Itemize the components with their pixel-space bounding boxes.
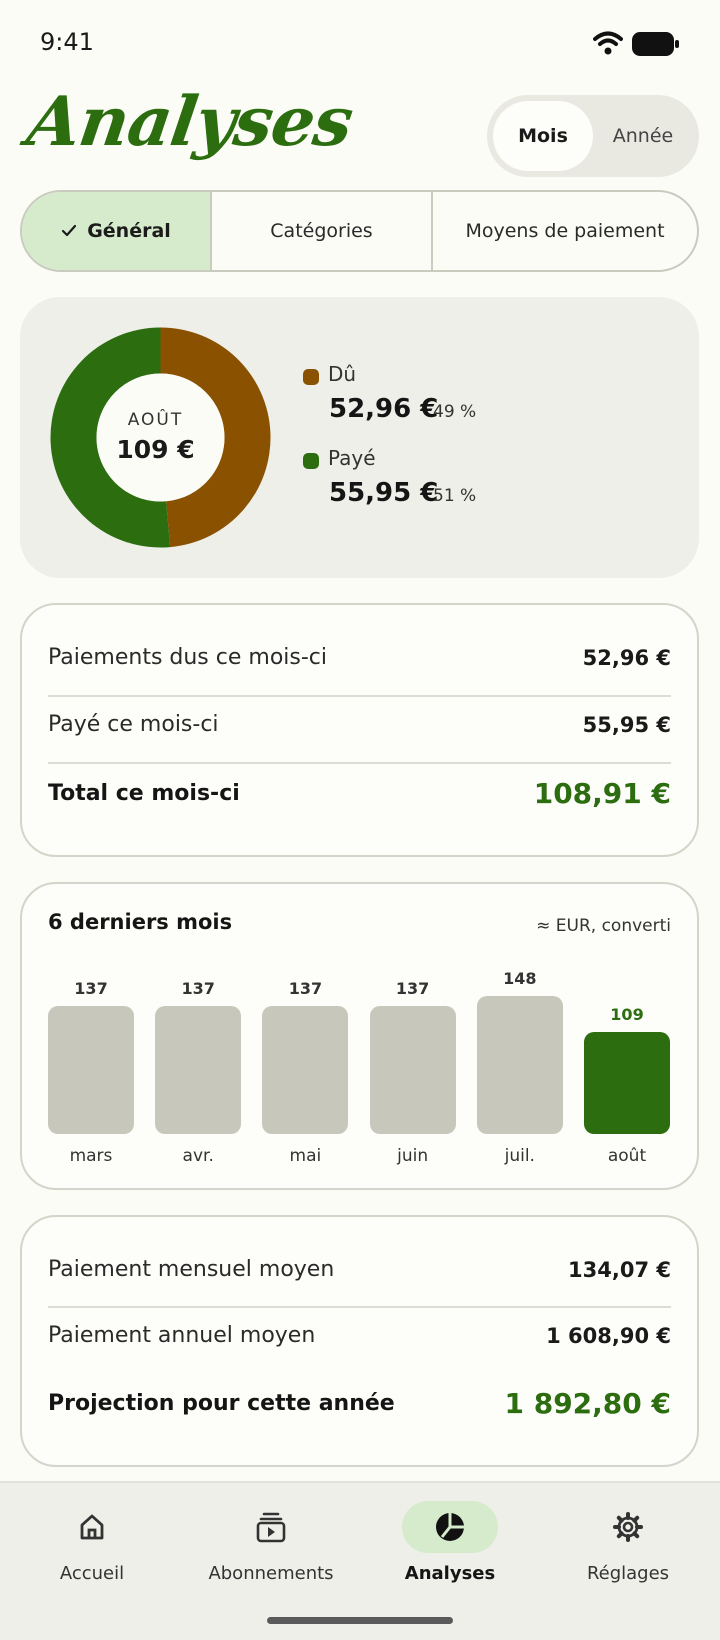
chart-note: ≈ EUR, converti xyxy=(536,916,671,936)
averages-card: Paiement mensuel moyen 134,07 € Paiement… xyxy=(20,1215,699,1467)
legend-due-pct: 49 % xyxy=(433,402,477,422)
annual-avg-row: Paiement annuel moyen 1 608,90 € xyxy=(48,1323,671,1348)
due-value: 52,96 € xyxy=(582,645,671,670)
projection-row: Projection pour cette année 1 892,80 € xyxy=(48,1387,671,1420)
bar-category-label: mai xyxy=(289,1146,322,1166)
divider xyxy=(48,695,671,697)
bar-mai xyxy=(262,1006,349,1134)
legend-paid-label: Payé xyxy=(328,446,376,470)
nav-reglages[interactable]: Réglages xyxy=(543,1501,713,1584)
divider xyxy=(48,1306,671,1308)
nav-analyses[interactable]: Analyses xyxy=(365,1501,535,1584)
status-bar: 9:41 xyxy=(0,0,720,90)
bar-mars xyxy=(48,1006,134,1134)
bar-value-label: 109 xyxy=(610,1005,644,1025)
tab-payment-methods[interactable]: Moyens de paiement xyxy=(433,192,697,270)
total-row: Total ce mois-ci 108,91 € xyxy=(48,777,671,810)
divider xyxy=(48,762,671,764)
bar-value-label: 137 xyxy=(288,979,323,999)
subscriptions-icon xyxy=(256,1512,286,1543)
nav-abonnements-label: Abonnements xyxy=(208,1563,334,1584)
nav-accueil[interactable]: Accueil xyxy=(7,1501,177,1584)
nav-reglages-label: Réglages xyxy=(586,1563,670,1584)
legend-due-value: 52,96 € xyxy=(329,394,439,424)
monthly-avg-value: 134,07 € xyxy=(568,1257,671,1282)
bar-juil. xyxy=(476,995,563,1134)
bar-category-label: mars xyxy=(69,1146,113,1166)
page-title: Analyses xyxy=(22,82,358,162)
nav-accueil-icon-wrap xyxy=(44,1501,140,1553)
legend-due-label: Dû xyxy=(328,362,357,386)
view-tabs: Général Catégories Moyens de paiement xyxy=(20,190,699,272)
tab-general-label: Général xyxy=(87,220,171,242)
legend-paid-value: 55,95 € xyxy=(329,478,439,508)
annual-avg-value: 1 608,90 € xyxy=(546,1323,671,1348)
monthly-avg-row: Paiement mensuel moyen 134,07 € xyxy=(48,1257,671,1282)
bar-category-label: juil. xyxy=(504,1146,535,1166)
paid-label: Payé ce mois-ci xyxy=(48,712,219,737)
wifi-icon xyxy=(593,31,623,55)
due-label: Paiements dus ce mois-ci xyxy=(48,645,327,670)
nav-abonnements[interactable]: Abonnements xyxy=(186,1501,356,1584)
chart-title: 6 derniers mois xyxy=(48,910,233,934)
tab-general[interactable]: Général xyxy=(22,192,212,270)
annual-avg-label: Paiement annuel moyen xyxy=(48,1323,316,1348)
bar-août xyxy=(584,1032,670,1134)
period-month-button[interactable]: Mois xyxy=(493,101,593,171)
period-year-button[interactable]: Année xyxy=(593,101,693,171)
bar-juin xyxy=(369,1006,456,1134)
home-icon xyxy=(80,1514,104,1540)
bar-value-label: 137 xyxy=(395,979,430,999)
tab-categories[interactable]: Catégories xyxy=(212,192,433,270)
total-label: Total ce mois-ci xyxy=(48,781,240,806)
bar-category-label: juin xyxy=(397,1146,429,1166)
legend-due-dot xyxy=(303,369,319,385)
legend-paid-pct: 51 % xyxy=(433,486,477,506)
bar-category-label: août xyxy=(607,1146,647,1166)
battery-icon xyxy=(632,32,679,56)
monthly-avg-label: Paiement mensuel moyen xyxy=(48,1257,335,1282)
nav-accueil-label: Accueil xyxy=(59,1563,125,1584)
bar-value-label: 148 xyxy=(503,968,537,988)
donut-total: 109 € xyxy=(116,435,195,464)
nav-analyses-icon-wrap xyxy=(402,1501,498,1553)
home-indicator xyxy=(267,1617,453,1624)
bar-value-label: 137 xyxy=(181,979,215,999)
gear-icon xyxy=(613,1512,643,1542)
donut-card: AOÛT 109 € Dû 52,96 € 49 % Payé 55,95 € … xyxy=(20,297,699,578)
period-toggle[interactable]: Mois Année xyxy=(487,95,699,177)
nav-reglages-icon-wrap xyxy=(580,1501,676,1553)
total-value: 108,91 € xyxy=(533,777,671,810)
bar-value-label: 137 xyxy=(74,979,108,999)
donut-month: AOÛT xyxy=(127,410,184,430)
paid-value: 55,95 € xyxy=(582,712,671,737)
bar-avr. xyxy=(155,1006,242,1134)
six-months-card: 6 derniers mois ≈ EUR, converti 137 mars 1… xyxy=(20,882,699,1190)
bar-category-label: avr. xyxy=(182,1146,214,1166)
nav-abonnements-icon-wrap xyxy=(223,1501,319,1553)
projection-label: Projection pour cette année xyxy=(48,1391,395,1416)
legend-paid-dot xyxy=(303,453,319,469)
analytics-icon xyxy=(436,1513,464,1541)
status-time: 9:41 xyxy=(40,28,94,56)
month-summary-card: Paiements dus ce mois-ci 52,96 € Payé ce… xyxy=(20,603,699,857)
nav-analyses-label: Analyses xyxy=(404,1563,496,1584)
due-row: Paiements dus ce mois-ci 52,96 € xyxy=(48,645,671,670)
projection-value: 1 892,80 € xyxy=(504,1387,671,1420)
check-icon xyxy=(62,224,77,237)
paid-row: Payé ce mois-ci 55,95 € xyxy=(48,712,671,737)
